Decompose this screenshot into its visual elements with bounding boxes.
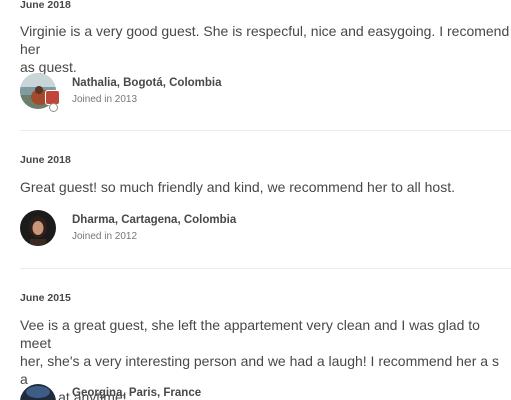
review-text-line: Vee is a great guest, she left the appar… xyxy=(20,317,480,351)
reviewer-name[interactable]: Nathalia, Bogotá, Colombia xyxy=(72,76,222,91)
portrait-photo-icon xyxy=(20,210,56,246)
verified-icon xyxy=(49,103,58,112)
reviewer-name[interactable]: Dharma, Cartagena, Colombia xyxy=(72,213,236,228)
review-date: June 2015 xyxy=(20,292,71,304)
reviewer-block: Georgina, Paris, France xyxy=(20,384,511,400)
review-date: June 2018 xyxy=(20,0,71,11)
review-item: June 2018 xyxy=(20,0,511,11)
review-text-line: her, she's a very interesting person and… xyxy=(20,353,499,387)
review-item: June 2018 xyxy=(20,154,511,166)
reviewer[interactable]: Dharma, Cartagena, Colombia Joined in 20… xyxy=(20,210,236,246)
reviewer-block: Nathalia, Bogotá, Colombia Joined in 201… xyxy=(20,73,511,113)
reviewer-block: Dharma, Cartagena, Colombia Joined in 20… xyxy=(20,210,511,250)
reviewer[interactable]: Georgina, Paris, France xyxy=(20,384,201,400)
divider xyxy=(20,268,511,269)
reviewer-meta: Georgina, Paris, France xyxy=(72,386,201,400)
review-text-block: Great guest! so much friendly and kind, … xyxy=(20,178,511,196)
review-text-line: Great guest! so much friendly and kind, … xyxy=(20,179,455,195)
review-date: June 2018 xyxy=(20,154,71,166)
reviewer-name[interactable]: Georgina, Paris, France xyxy=(72,386,201,400)
reviewer-avatar[interactable] xyxy=(20,210,56,246)
review-text-block: Virginie is a very good guest. She is re… xyxy=(20,22,511,76)
review-text-line: Virginie is a very good guest. She is re… xyxy=(20,23,510,57)
reviewer-joined: Joined in 2013 xyxy=(72,93,138,105)
reviewer-avatar[interactable] xyxy=(20,384,56,400)
reviews-page: June 2018 Virginie is a very good guest.… xyxy=(0,0,511,400)
reviewer-meta: Dharma, Cartagena, Colombia Joined in 20… xyxy=(72,213,236,244)
reviewer[interactable]: Nathalia, Bogotá, Colombia Joined in 201… xyxy=(20,73,222,112)
reviewer-joined: Joined in 2012 xyxy=(72,230,138,242)
review-item: June 2015 xyxy=(20,292,511,304)
divider xyxy=(20,130,511,131)
photo-icon xyxy=(20,384,56,400)
reviewer-avatar[interactable] xyxy=(20,73,60,112)
reviewer-meta: Nathalia, Bogotá, Colombia Joined in 201… xyxy=(72,76,222,107)
